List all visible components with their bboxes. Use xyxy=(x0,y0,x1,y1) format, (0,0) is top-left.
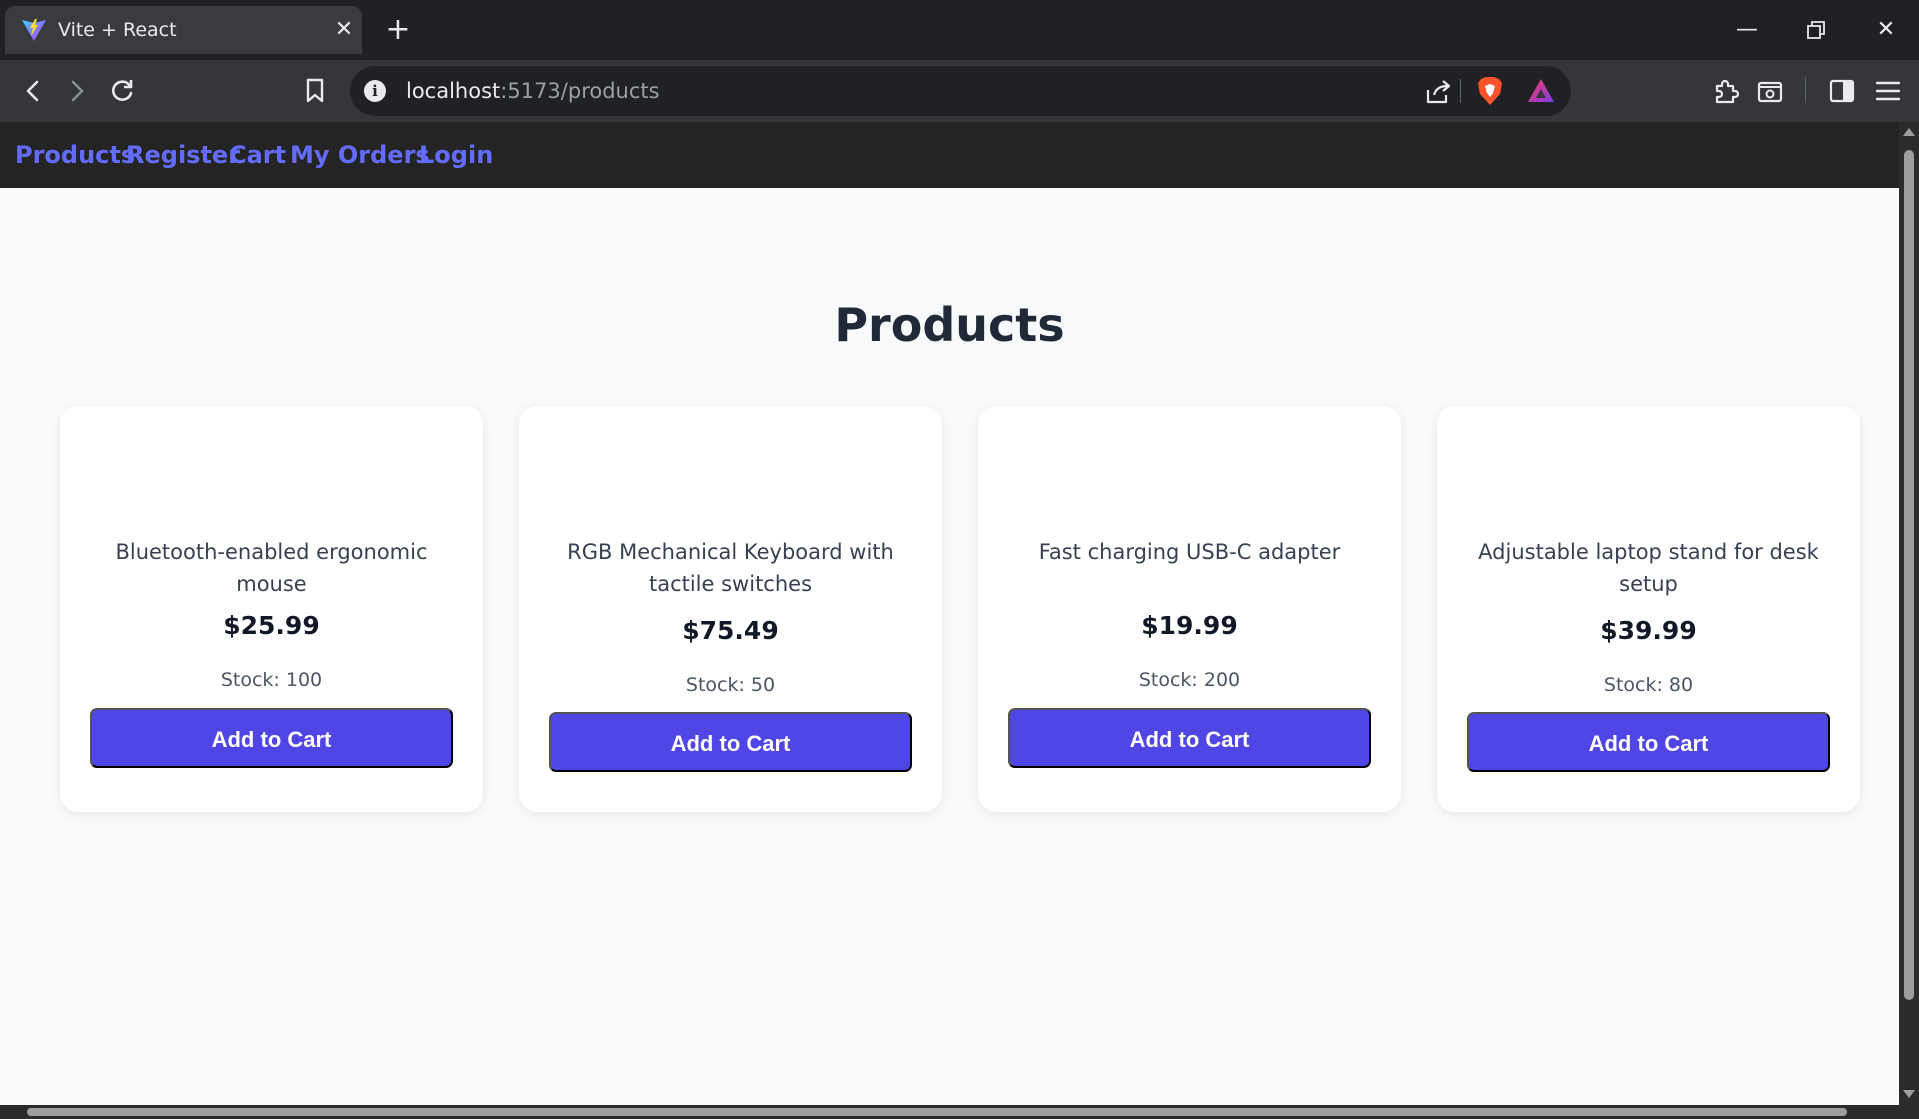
product-price: $39.99 xyxy=(1600,616,1697,645)
menu-hamburger-icon[interactable] xyxy=(1870,73,1906,109)
add-to-cart-button[interactable]: Add to Cart xyxy=(90,708,453,768)
product-description: RGB Mechanical Keyboard with tactile swi… xyxy=(567,540,894,596)
product-stock: Stock: 80 xyxy=(1603,674,1694,696)
page-title: Products xyxy=(834,298,1065,352)
restore-icon[interactable] xyxy=(1800,14,1832,46)
app-navbar: Products Register Cart My Orders Login xyxy=(0,122,1899,188)
product-stock: Stock: 50 xyxy=(685,674,776,696)
wallet-icon[interactable] xyxy=(1752,73,1788,109)
back-arrow-icon[interactable] xyxy=(15,73,51,109)
brave-shields-icon[interactable] xyxy=(1476,76,1504,106)
divider xyxy=(1460,79,1461,103)
product-card: Adjustable laptop stand for desk setup $… xyxy=(1437,406,1860,812)
product-card: Bluetooth-enabled ergonomic mouse $25.99… xyxy=(60,406,483,812)
nav-link-cart[interactable]: Cart xyxy=(229,141,286,169)
scroll-up-arrow-icon[interactable] xyxy=(1903,128,1915,136)
product-price: $25.99 xyxy=(223,611,320,640)
nav-link-products[interactable]: Products xyxy=(15,141,135,169)
vertical-scroll-thumb[interactable] xyxy=(1904,150,1914,1000)
site-info-icon[interactable]: i xyxy=(364,80,386,102)
window-close-icon[interactable]: ✕ xyxy=(1870,14,1902,46)
nav-link-register[interactable]: Register xyxy=(126,141,240,169)
add-to-cart-button[interactable]: Add to Cart xyxy=(1467,712,1830,772)
url-path: :5173/products xyxy=(500,79,660,103)
horizontal-scroll-thumb[interactable] xyxy=(27,1108,1847,1116)
product-stock: Stock: 200 xyxy=(1138,669,1241,691)
toolbar-divider xyxy=(1805,77,1806,103)
vite-logo-icon xyxy=(22,19,46,41)
extensions-puzzle-icon[interactable] xyxy=(1708,73,1744,109)
nav-link-my-orders[interactable]: My Orders xyxy=(290,141,430,169)
product-stock: Stock: 100 xyxy=(220,669,323,691)
tab-title: Vite + React xyxy=(58,19,177,41)
horizontal-scrollbar[interactable] xyxy=(0,1105,1919,1119)
bookmark-icon[interactable] xyxy=(297,73,333,109)
address-bar[interactable]: i localhost:5173/products xyxy=(350,66,1571,116)
product-price: $19.99 xyxy=(1141,611,1238,640)
tab-close-icon[interactable]: ✕ xyxy=(332,18,356,42)
product-price: $75.49 xyxy=(682,616,779,645)
forward-arrow-icon[interactable] xyxy=(59,73,95,109)
product-card: Fast charging USB-C adapter $19.99 Stock… xyxy=(978,406,1401,812)
add-to-cart-button[interactable]: Add to Cart xyxy=(1008,708,1371,768)
nav-link-login[interactable]: Login xyxy=(419,141,493,169)
browser-tab-bar: Vite + React ✕ + — ✕ xyxy=(0,0,1919,60)
browser-tab[interactable]: Vite + React ✕ xyxy=(5,6,362,54)
scroll-down-arrow-icon[interactable] xyxy=(1903,1090,1915,1098)
new-tab-plus-icon[interactable]: + xyxy=(384,15,412,45)
add-to-cart-button[interactable]: Add to Cart xyxy=(549,712,912,772)
product-description: Fast charging USB-C adapter xyxy=(1038,540,1341,564)
reload-icon[interactable] xyxy=(104,73,140,109)
url-host: localhost xyxy=(406,79,501,103)
product-description: Bluetooth-enabled ergonomic mouse xyxy=(115,540,428,596)
product-card: RGB Mechanical Keyboard with tactile swi… xyxy=(519,406,942,812)
browser-toolbar: i localhost:5173/products xyxy=(0,60,1919,122)
page-viewport: Products Register Cart My Orders Login P… xyxy=(0,122,1899,1105)
brave-rewards-icon[interactable] xyxy=(1526,76,1556,106)
share-icon[interactable] xyxy=(1424,78,1452,106)
product-description: Adjustable laptop stand for desk setup xyxy=(1478,540,1819,596)
minimize-icon[interactable]: — xyxy=(1731,14,1763,46)
sidebar-toggle-icon[interactable] xyxy=(1824,73,1860,109)
url-text[interactable]: localhost:5173/products xyxy=(406,78,660,104)
vertical-scrollbar[interactable] xyxy=(1899,122,1919,1105)
